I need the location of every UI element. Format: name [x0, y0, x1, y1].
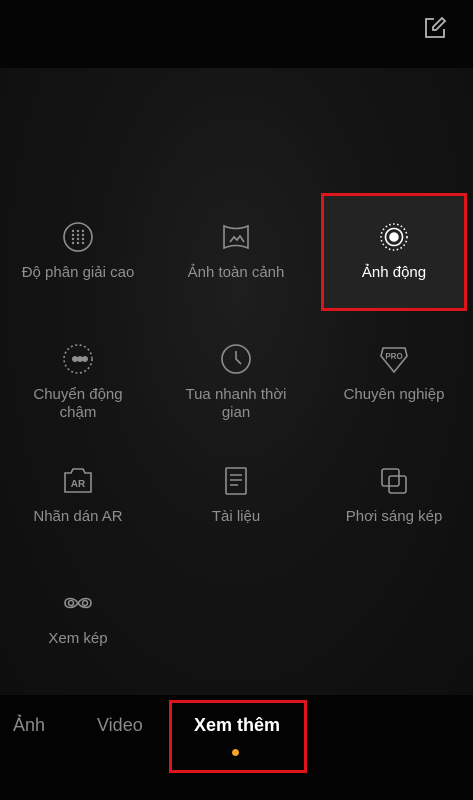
mode-tab-bar: Ảnh Video Xem thêm [0, 695, 473, 800]
tab-photo[interactable]: Ảnh [13, 715, 45, 736]
timelapse-icon [219, 342, 253, 376]
mode-dual-view[interactable]: Xem kép [3, 586, 153, 696]
active-tab-indicator [232, 749, 239, 756]
mode-ar-sticker[interactable]: AR Nhãn dán AR [3, 464, 153, 574]
mode-label: Ảnh toàn cảnh [187, 264, 285, 281]
mode-label: Độ phân giải cao [21, 264, 135, 281]
mode-label: Tua nhanh thời gian [185, 386, 287, 421]
mode-slow-motion[interactable]: Chuyển động chậm [3, 342, 153, 452]
mode-label: Phơi sáng kép [345, 508, 443, 525]
double-exposure-icon [377, 464, 411, 498]
mode-document[interactable]: Tài liệu [161, 464, 311, 574]
mode-label: Ảnh động [361, 264, 427, 281]
top-bar [0, 0, 473, 68]
mode-timelapse[interactable]: Tua nhanh thời gian [161, 342, 311, 452]
ar-sticker-icon: AR [61, 464, 95, 498]
mode-label: Chuyên nghiệp [343, 386, 445, 403]
panorama-icon [219, 220, 253, 254]
slow-motion-icon [61, 342, 95, 376]
svg-text:AR: AR [71, 479, 86, 490]
mode-label: Xem kép [48, 630, 108, 647]
svg-text:PRO: PRO [385, 352, 402, 361]
high-resolution-icon [61, 220, 95, 254]
mode-live-photo[interactable]: Ảnh động [319, 220, 469, 330]
mode-panorama[interactable]: Ảnh toàn cảnh [161, 220, 311, 330]
tab-video[interactable]: Video [97, 715, 143, 736]
mode-double-exposure[interactable]: Phơi sáng kép [319, 464, 469, 574]
mode-pro[interactable]: PRO Chuyên nghiệp [319, 342, 469, 452]
document-icon [219, 464, 253, 498]
mode-label: Chuyển động chậm [33, 386, 123, 421]
mode-label: Tài liệu [211, 508, 261, 525]
pro-mode-icon: PRO [377, 342, 411, 376]
tab-more[interactable]: Xem thêm [194, 715, 280, 736]
mode-label: Nhãn dán AR [33, 508, 123, 525]
mode-high-resolution[interactable]: Độ phân giải cao [3, 220, 153, 330]
edit-icon[interactable] [423, 16, 447, 40]
live-photo-icon [377, 220, 411, 254]
dual-view-icon [61, 586, 95, 620]
